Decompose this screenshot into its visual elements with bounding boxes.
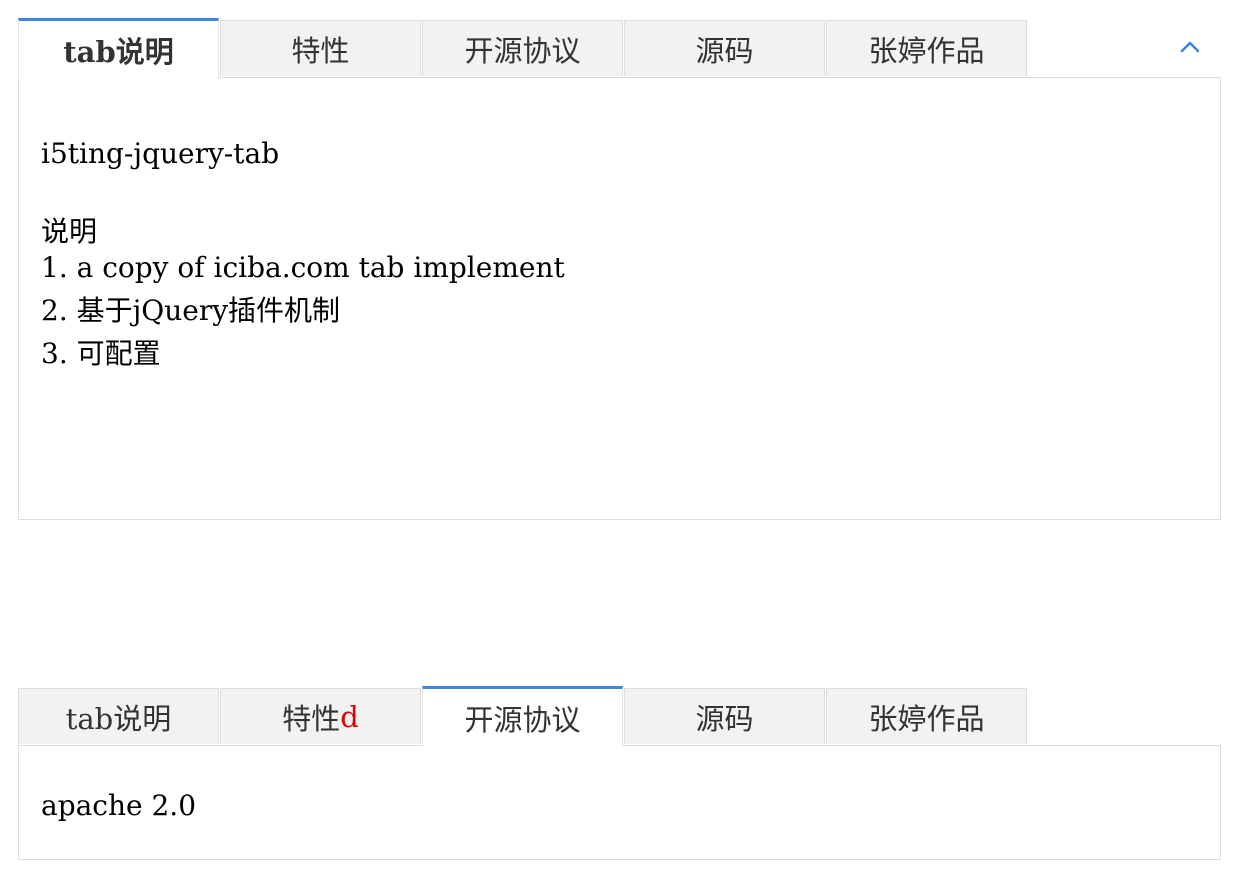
chevron-up-icon: [1180, 41, 1200, 53]
tab-license[interactable]: 开源协议: [422, 20, 623, 76]
section-heading: 说明: [41, 215, 98, 248]
license-text: apache 2.0: [41, 789, 197, 822]
tab-label: tab说明: [65, 701, 172, 736]
tab-works[interactable]: 张婷作品: [826, 20, 1027, 76]
tab-features[interactable]: 特性 d: [220, 688, 421, 744]
tab-label: 源码: [695, 33, 754, 68]
tab-features[interactable]: 特性: [220, 20, 421, 76]
list-item: 3. 可配置: [41, 337, 161, 370]
tab-description[interactable]: tab说明: [18, 688, 219, 744]
tab-source[interactable]: 源码: [624, 688, 825, 744]
tab-widget-2: tab说明 特性 d 开源协议 源码 张婷作品 apache 2.0: [18, 686, 1221, 860]
tab-widget-1: tab说明 特性 开源协议 源码 张婷作品 i5ting-jquery-tab …: [18, 18, 1221, 520]
tab-description[interactable]: tab说明: [18, 18, 219, 79]
collapse-button[interactable]: [1175, 32, 1205, 62]
project-name: i5ting-jquery-tab: [41, 137, 280, 170]
tab-panel: i5ting-jquery-tab 说明 1. a copy of iciba.…: [18, 77, 1221, 520]
tab-label: 开源协议: [464, 33, 581, 68]
tab-label-suffix: d: [340, 699, 359, 734]
tab-label: 特性: [291, 33, 350, 68]
tab-label: 源码: [695, 701, 754, 736]
tab-label: 特性: [282, 701, 341, 736]
tab-label: 张婷作品: [868, 701, 985, 736]
tab-license[interactable]: 开源协议: [422, 686, 623, 747]
tab-label: 张婷作品: [868, 33, 985, 68]
tab-bar: tab说明 特性 d 开源协议 源码 张婷作品: [18, 686, 1221, 747]
tab-source[interactable]: 源码: [624, 20, 825, 76]
list-item: 2. 基于jQuery插件机制: [41, 294, 341, 327]
tab-bar: tab说明 特性 开源协议 源码 张婷作品: [18, 18, 1221, 79]
tab-works[interactable]: 张婷作品: [826, 688, 1027, 744]
tab-panel: apache 2.0: [18, 745, 1221, 860]
tab-label: 开源协议: [464, 703, 581, 737]
list-item: 1. a copy of iciba.com tab implement: [41, 251, 565, 284]
tab-label: tab说明: [63, 35, 174, 69]
